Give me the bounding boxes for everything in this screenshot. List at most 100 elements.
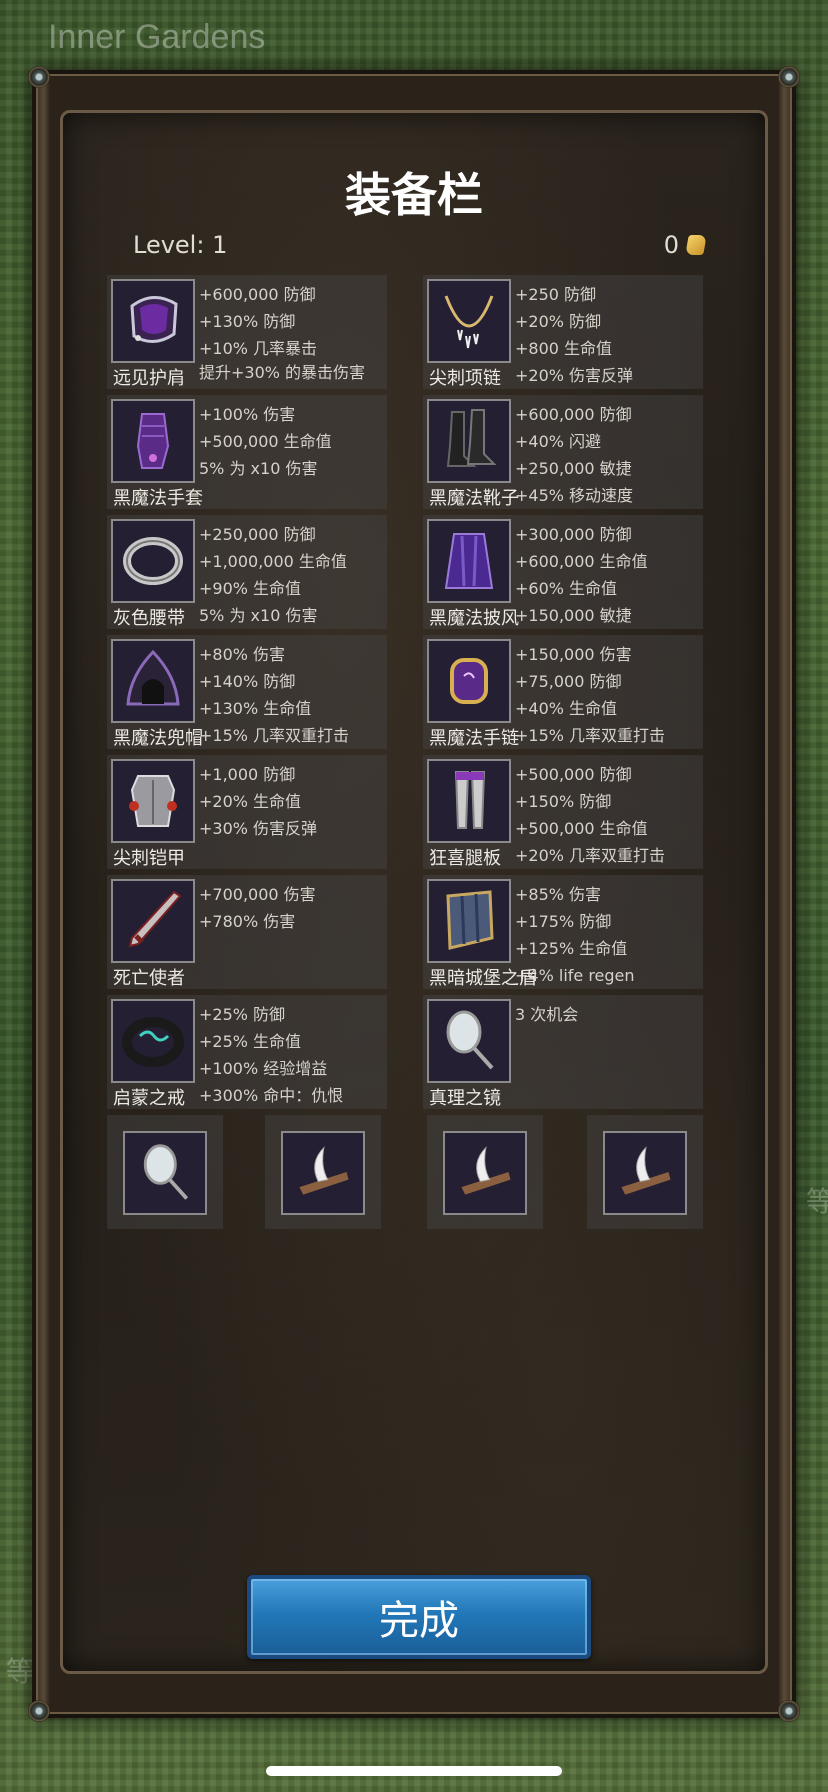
item-stat: +85% 伤害 (515, 885, 602, 904)
item-stat: +150,000 伤害 (515, 645, 632, 664)
item-name: 黑暗城堡之盾 (429, 968, 537, 989)
equipment-slot-greaves[interactable]: +500,000 防御 +150% 防御 +500,000 生命值 +20% 几… (423, 755, 703, 869)
done-button[interactable]: 完成 (247, 1575, 591, 1659)
item-name: 黑魔法兜帽 (113, 728, 203, 749)
level-label: Level: (133, 231, 205, 259)
item-name: 启蒙之戒 (113, 1088, 185, 1109)
equipment-slot-bracelet[interactable]: +150,000 伤害 +75,000 防御 +40% 生命值 +15% 几率双… (423, 635, 703, 749)
item-stat: +300,000 防御 (515, 525, 632, 544)
frame-rivet-icon (778, 1700, 800, 1722)
item-stat: +30% 伤害反弹 (199, 819, 318, 838)
item-stat: +150% 防御 (515, 792, 612, 811)
greaves-icon (427, 759, 511, 843)
item-stat: +130% 生命值 (199, 699, 312, 718)
inventory-slot[interactable] (107, 1115, 223, 1229)
item-stats: +150,000 伤害 +75,000 防御 +40% 生命值 +15% 几率双… (515, 641, 701, 749)
item-stat: +25% 生命值 (199, 1032, 302, 1051)
equipment-slot-shield[interactable]: +85% 伤害 +175% 防御 +125% 生命值 +4% life rege… (423, 875, 703, 989)
armor-icon (111, 759, 195, 843)
item-name: 尖刺项链 (429, 368, 501, 389)
equipment-slot-pauldron[interactable]: +600,000 防御 +130% 防御 +10% 几率暴击 提升+30% 的暴… (107, 275, 387, 389)
item-name: 黑魔法手套 (113, 488, 203, 509)
item-stat: +25% 防御 (199, 1005, 286, 1024)
item-stat: +40% 闪避 (515, 432, 602, 451)
equipment-slot-necklace[interactable]: +250 防御 +20% 防御 +800 生命值 +20% 伤害反弹 尖刺项链 (423, 275, 703, 389)
inventory-slot[interactable] (427, 1115, 543, 1229)
item-name: 尖刺铠甲 (113, 848, 185, 869)
item-stat: +250,000 敏捷 (515, 459, 632, 478)
item-stat: +700,000 伤害 (199, 885, 316, 904)
item-stat: +500,000 生命值 (199, 432, 332, 451)
equipment-slot-sword[interactable]: +700,000 伤害 +780% 伤害 死亡使者 (107, 875, 387, 989)
level-display: Level: 1 (133, 231, 227, 259)
item-stat: +10% 几率暴击 (199, 339, 318, 358)
item-stat: +130% 防御 (199, 312, 296, 331)
item-stats: +250 防御 +20% 防御 +800 生命值 +20% 伤害反弹 (515, 281, 701, 389)
item-stat: +80% 伤害 (199, 645, 286, 664)
currency-count: 0 (663, 231, 679, 259)
inventory-slot[interactable] (265, 1115, 381, 1229)
frame-rivet-icon (28, 1700, 50, 1722)
panel-title: 装备栏 (345, 168, 483, 222)
currency-display: 0 (663, 231, 707, 259)
item-stats: +500,000 防御 +150% 防御 +500,000 生命值 +20% 几… (515, 761, 701, 869)
background-glyph-left: 等 (6, 1655, 35, 1688)
item-stat: +1,000,000 生命值 (199, 552, 347, 571)
item-stat: +20% 防御 (515, 312, 602, 331)
item-stat: +20% 生命值 (199, 792, 302, 811)
equipment-slot-hood[interactable]: +80% 伤害 +140% 防御 +130% 生命值 +15% 几率双重打击 黑… (107, 635, 387, 749)
item-stat: +600,000 防御 (515, 405, 632, 424)
item-name: 狂喜腿板 (429, 848, 501, 869)
equipment-slot-armor[interactable]: +1,000 防御 +20% 生命值 +30% 伤害反弹 尖刺铠甲 (107, 755, 387, 869)
item-stat: +90% 生命值 (199, 579, 302, 598)
item-stat: +175% 防御 (515, 912, 612, 931)
hood-icon (111, 639, 195, 723)
item-stat: +45% 移动速度 (515, 486, 634, 505)
mirror-icon (123, 1131, 207, 1215)
claw-icon (443, 1131, 527, 1215)
pauldron-icon (111, 279, 195, 363)
equipment-panel: 装备栏 Level: 1 0 +600,000 防御 +130% 防御 +10%… (60, 110, 768, 1674)
bracelet-icon (427, 639, 511, 723)
item-stat: +100% 经验增益 (199, 1059, 328, 1078)
item-stats: +80% 伤害 +140% 防御 +130% 生命值 +15% 几率双重打击 (199, 641, 385, 749)
equipment-slot-ring[interactable]: +25% 防御 +25% 生命值 +100% 经验增益 +300% 命中：仇恨 … (107, 995, 387, 1109)
equipment-slot-mirror[interactable]: 3 次机会 真理之镜 (423, 995, 703, 1109)
item-stat: +75,000 防御 (515, 672, 622, 691)
scroll-icon (685, 235, 707, 255)
home-indicator[interactable] (266, 1766, 562, 1776)
inventory-slot[interactable] (587, 1115, 703, 1229)
item-stat: +60% 生命值 (515, 579, 618, 598)
level-value: 1 (212, 231, 228, 259)
item-stat: +250 防御 (515, 285, 597, 304)
item-name: 黑魔法披风 (429, 608, 519, 629)
cape-icon (427, 519, 511, 603)
equipment-slot-boots[interactable]: +600,000 防御 +40% 闪避 +250,000 敏捷 +45% 移动速… (423, 395, 703, 509)
item-stat: 3 次机会 (515, 1005, 579, 1024)
equipment-window-frame: 装备栏 Level: 1 0 +600,000 防御 +130% 防御 +10%… (28, 66, 800, 1722)
item-stat: +15% 几率双重打击 (199, 726, 350, 745)
item-stat: +125% 生命值 (515, 939, 628, 958)
item-name: 远见护肩 (113, 368, 185, 389)
boots-icon (427, 399, 511, 483)
equipment-slot-cape[interactable]: +300,000 防御 +600,000 生命值 +60% 生命值 +150,0… (423, 515, 703, 629)
item-stat: +20% 伤害反弹 (515, 366, 634, 385)
equipment-slot-belt[interactable]: +250,000 防御 +1,000,000 生命值 +90% 生命值 5% 为… (107, 515, 387, 629)
item-stat: +600,000 防御 (199, 285, 316, 304)
item-stats: +85% 伤害 +175% 防御 +125% 生命值 +4% life rege… (515, 881, 701, 989)
item-stat: +250,000 防御 (199, 525, 316, 544)
item-stat: +800 生命值 (515, 339, 613, 358)
item-stat: +1,000 防御 (199, 765, 296, 784)
item-stat: +4% life regen (515, 966, 635, 985)
equipment-slot-gloves[interactable]: +100% 伤害 +500,000 生命值 5% 为 x10 伤害 黑魔法手套 (107, 395, 387, 509)
claw-icon (603, 1131, 687, 1215)
shield-icon (427, 879, 511, 963)
item-stat: +500,000 生命值 (515, 819, 648, 838)
item-stats: +250,000 防御 +1,000,000 生命值 +90% 生命值 5% 为… (199, 521, 385, 629)
item-name: 黑魔法手链 (429, 728, 519, 749)
sword-icon (111, 879, 195, 963)
item-stat: +40% 生命值 (515, 699, 618, 718)
frame-rivet-icon (28, 66, 50, 88)
item-name: 灰色腰带 (113, 608, 185, 629)
item-stat: +140% 防御 (199, 672, 296, 691)
